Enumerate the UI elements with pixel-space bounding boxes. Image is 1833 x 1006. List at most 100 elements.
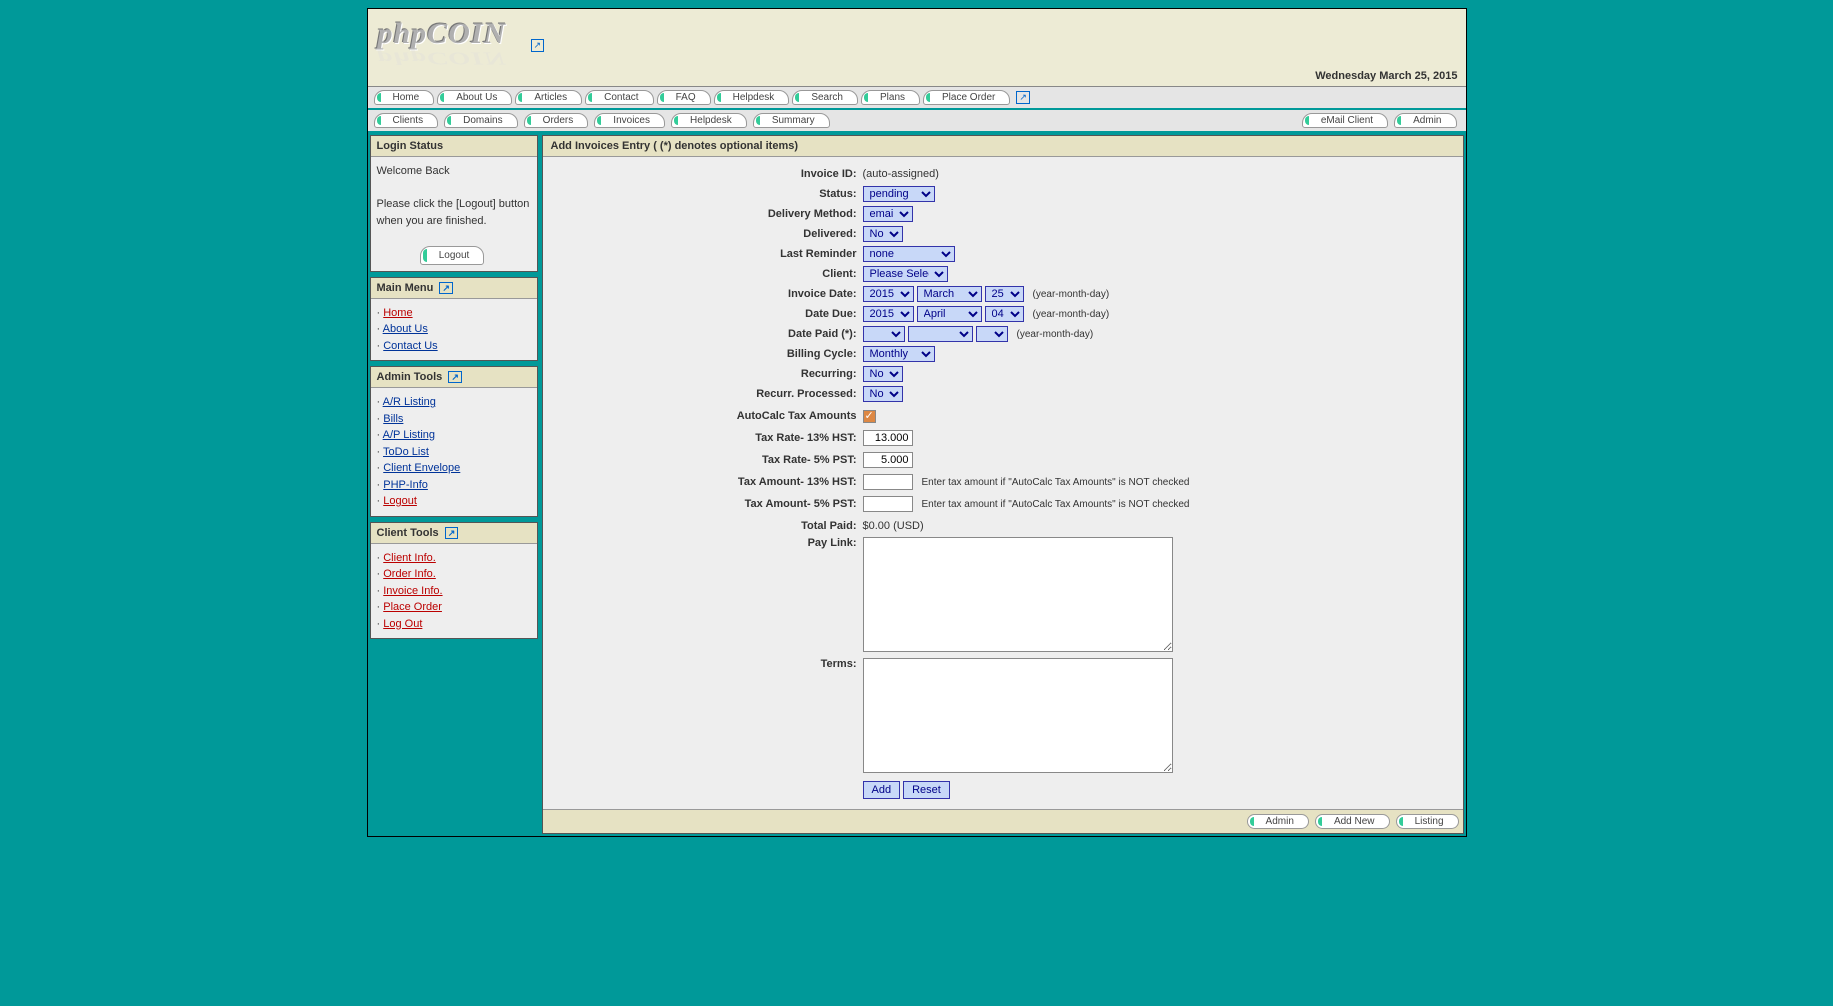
select-reminder[interactable]: none	[863, 246, 955, 262]
nav-orders[interactable]: Orders	[524, 113, 589, 128]
lbl-invoice-id: Invoice ID:	[543, 168, 863, 180]
input-taxrate1[interactable]	[863, 430, 913, 446]
lbl-taxrate2: Tax Rate- 5% PST:	[543, 454, 863, 466]
footer-admin[interactable]: Admin	[1247, 814, 1309, 829]
tool-phpinfo[interactable]: PHP-Info	[383, 479, 428, 491]
tool-todo[interactable]: ToDo List	[383, 446, 429, 458]
footer-listing[interactable]: Listing	[1396, 814, 1459, 829]
select-datedue-month[interactable]: April	[917, 306, 982, 322]
val-totalpaid: $0.00 (USD)	[863, 520, 1463, 532]
lbl-totalpaid: Total Paid:	[543, 520, 863, 532]
select-status[interactable]: pending	[863, 186, 935, 202]
select-datepaid-day[interactable]	[976, 326, 1008, 342]
logout-button[interactable]: Logout	[420, 246, 485, 265]
select-recurring[interactable]: No	[863, 366, 903, 382]
footer-bar: Admin Add New Listing	[543, 809, 1463, 833]
ct-orderinfo[interactable]: Order Info.	[383, 568, 436, 580]
expand-icon[interactable]: ↗	[531, 39, 545, 52]
lbl-billing: Billing Cycle:	[543, 348, 863, 360]
nav-faq[interactable]: FAQ	[657, 90, 711, 105]
sidebar: Login Status Welcome Back Please click t…	[370, 135, 538, 834]
select-invdate-day[interactable]: 25	[985, 286, 1024, 302]
ct-invoiceinfo[interactable]: Invoice Info.	[383, 585, 442, 597]
select-recurproc[interactable]: No	[863, 386, 903, 402]
ct-clientinfo[interactable]: Client Info.	[383, 552, 436, 564]
menu-about[interactable]: About Us	[383, 323, 428, 335]
input-taxamt2[interactable]	[863, 496, 913, 512]
nav-contact[interactable]: Contact	[585, 90, 653, 105]
tool-logout[interactable]: Logout	[383, 495, 417, 507]
val-invoice-id: (auto-assigned)	[863, 168, 1463, 180]
nav-plans[interactable]: Plans	[861, 90, 920, 105]
textarea-terms[interactable]	[863, 658, 1173, 773]
nav-invoices[interactable]: Invoices	[594, 113, 665, 128]
select-delivered[interactable]: No	[863, 226, 903, 242]
nav-articles[interactable]: Articles	[515, 90, 582, 105]
ct-logout[interactable]: Log Out	[383, 618, 422, 630]
tool-envelope[interactable]: Client Envelope	[383, 462, 460, 474]
nav-clients[interactable]: Clients	[374, 113, 439, 128]
footer-addnew[interactable]: Add New	[1315, 814, 1390, 829]
tool-ap[interactable]: A/P Listing	[383, 429, 435, 441]
select-invdate-year[interactable]: 2015	[863, 286, 914, 302]
header-date: Wednesday March 25, 2015	[1315, 70, 1457, 82]
tool-bills[interactable]: Bills	[383, 413, 403, 425]
nav-home[interactable]: Home	[374, 90, 435, 105]
nav-helpdesk2[interactable]: Helpdesk	[671, 113, 747, 128]
lbl-delivery: Delivery Method:	[543, 208, 863, 220]
select-datedue-day[interactable]: 04	[985, 306, 1024, 322]
welcome-text: Welcome Back	[377, 163, 531, 180]
reset-button[interactable]: Reset	[903, 781, 950, 799]
tool-ar[interactable]: A/R Listing	[383, 396, 436, 408]
input-taxrate2[interactable]	[863, 452, 913, 468]
nav-summary[interactable]: Summary	[753, 113, 830, 128]
expand-icon[interactable]: ↗	[445, 527, 459, 539]
expand-icon[interactable]: ↗	[439, 282, 453, 294]
nav-row-2: Clients Domains Orders Invoices Helpdesk…	[368, 110, 1466, 133]
lbl-datepaid: Date Paid (*):	[543, 328, 863, 340]
menu-home[interactable]: Home	[383, 307, 412, 319]
lbl-recurring: Recurring:	[543, 368, 863, 380]
add-button[interactable]: Add	[863, 781, 901, 799]
select-datepaid-year[interactable]	[863, 326, 905, 342]
ymd-note2: (year-month-day)	[1033, 309, 1110, 320]
panel-clienttools: Client Tools ↗ · Client Info. · Order In…	[370, 522, 538, 640]
nav-row-1: Home About Us Articles Contact FAQ Helpd…	[368, 87, 1466, 110]
select-datepaid-month[interactable]	[908, 326, 973, 342]
ymd-note1: (year-month-day)	[1033, 289, 1110, 300]
nav-emailclient[interactable]: eMail Client	[1302, 113, 1388, 128]
ct-placeorder[interactable]: Place Order	[383, 601, 442, 613]
lbl-paylink: Pay Link:	[543, 537, 863, 549]
panel-mainmenu-title: Main Menu	[377, 282, 434, 294]
nav-search[interactable]: Search	[792, 90, 858, 105]
nav-helpdesk[interactable]: Helpdesk	[714, 90, 790, 105]
nav-placeorder[interactable]: Place Order	[923, 90, 1010, 105]
select-client[interactable]: Please Select	[863, 266, 948, 282]
nav-admin[interactable]: Admin	[1394, 113, 1456, 128]
checkbox-autocalc[interactable]	[863, 410, 876, 423]
header: phpCOIN phpCOIN ↗ Wednesday March 25, 20…	[368, 9, 1466, 87]
lbl-delivered: Delivered:	[543, 228, 863, 240]
select-datedue-year[interactable]: 2015	[863, 306, 914, 322]
nav-domains[interactable]: Domains	[444, 113, 517, 128]
nav-about[interactable]: About Us	[437, 90, 512, 105]
main-panel: Add Invoices Entry ( (*) denotes optiona…	[542, 135, 1464, 834]
logout-msg: Please click the [Logout] button when yo…	[377, 196, 531, 229]
select-invdate-month[interactable]: March	[917, 286, 982, 302]
panel-clienttools-title: Client Tools	[377, 527, 439, 539]
select-delivery[interactable]: email	[863, 206, 913, 222]
lbl-taxrate1: Tax Rate- 13% HST:	[543, 432, 863, 444]
panel-login: Login Status Welcome Back Please click t…	[370, 135, 538, 272]
menu-contact[interactable]: Contact Us	[383, 340, 437, 352]
panel-admintools: Admin Tools ↗ · A/R Listing · Bills · A/…	[370, 366, 538, 517]
lbl-taxamt1: Tax Amount- 13% HST:	[543, 476, 863, 488]
textarea-paylink[interactable]	[863, 537, 1173, 652]
taxnote1: Enter tax amount if "AutoCalc Tax Amount…	[922, 477, 1190, 488]
ymd-note3: (year-month-day)	[1017, 329, 1094, 340]
select-billing[interactable]: Monthly	[863, 346, 935, 362]
expand-icon[interactable]: ↗	[448, 371, 462, 383]
panel-admintools-title: Admin Tools	[377, 371, 443, 383]
expand-icon[interactable]: ↗	[1016, 91, 1030, 104]
input-taxamt1[interactable]	[863, 474, 913, 490]
form-title: Add Invoices Entry ( (*) denotes optiona…	[543, 136, 1463, 157]
